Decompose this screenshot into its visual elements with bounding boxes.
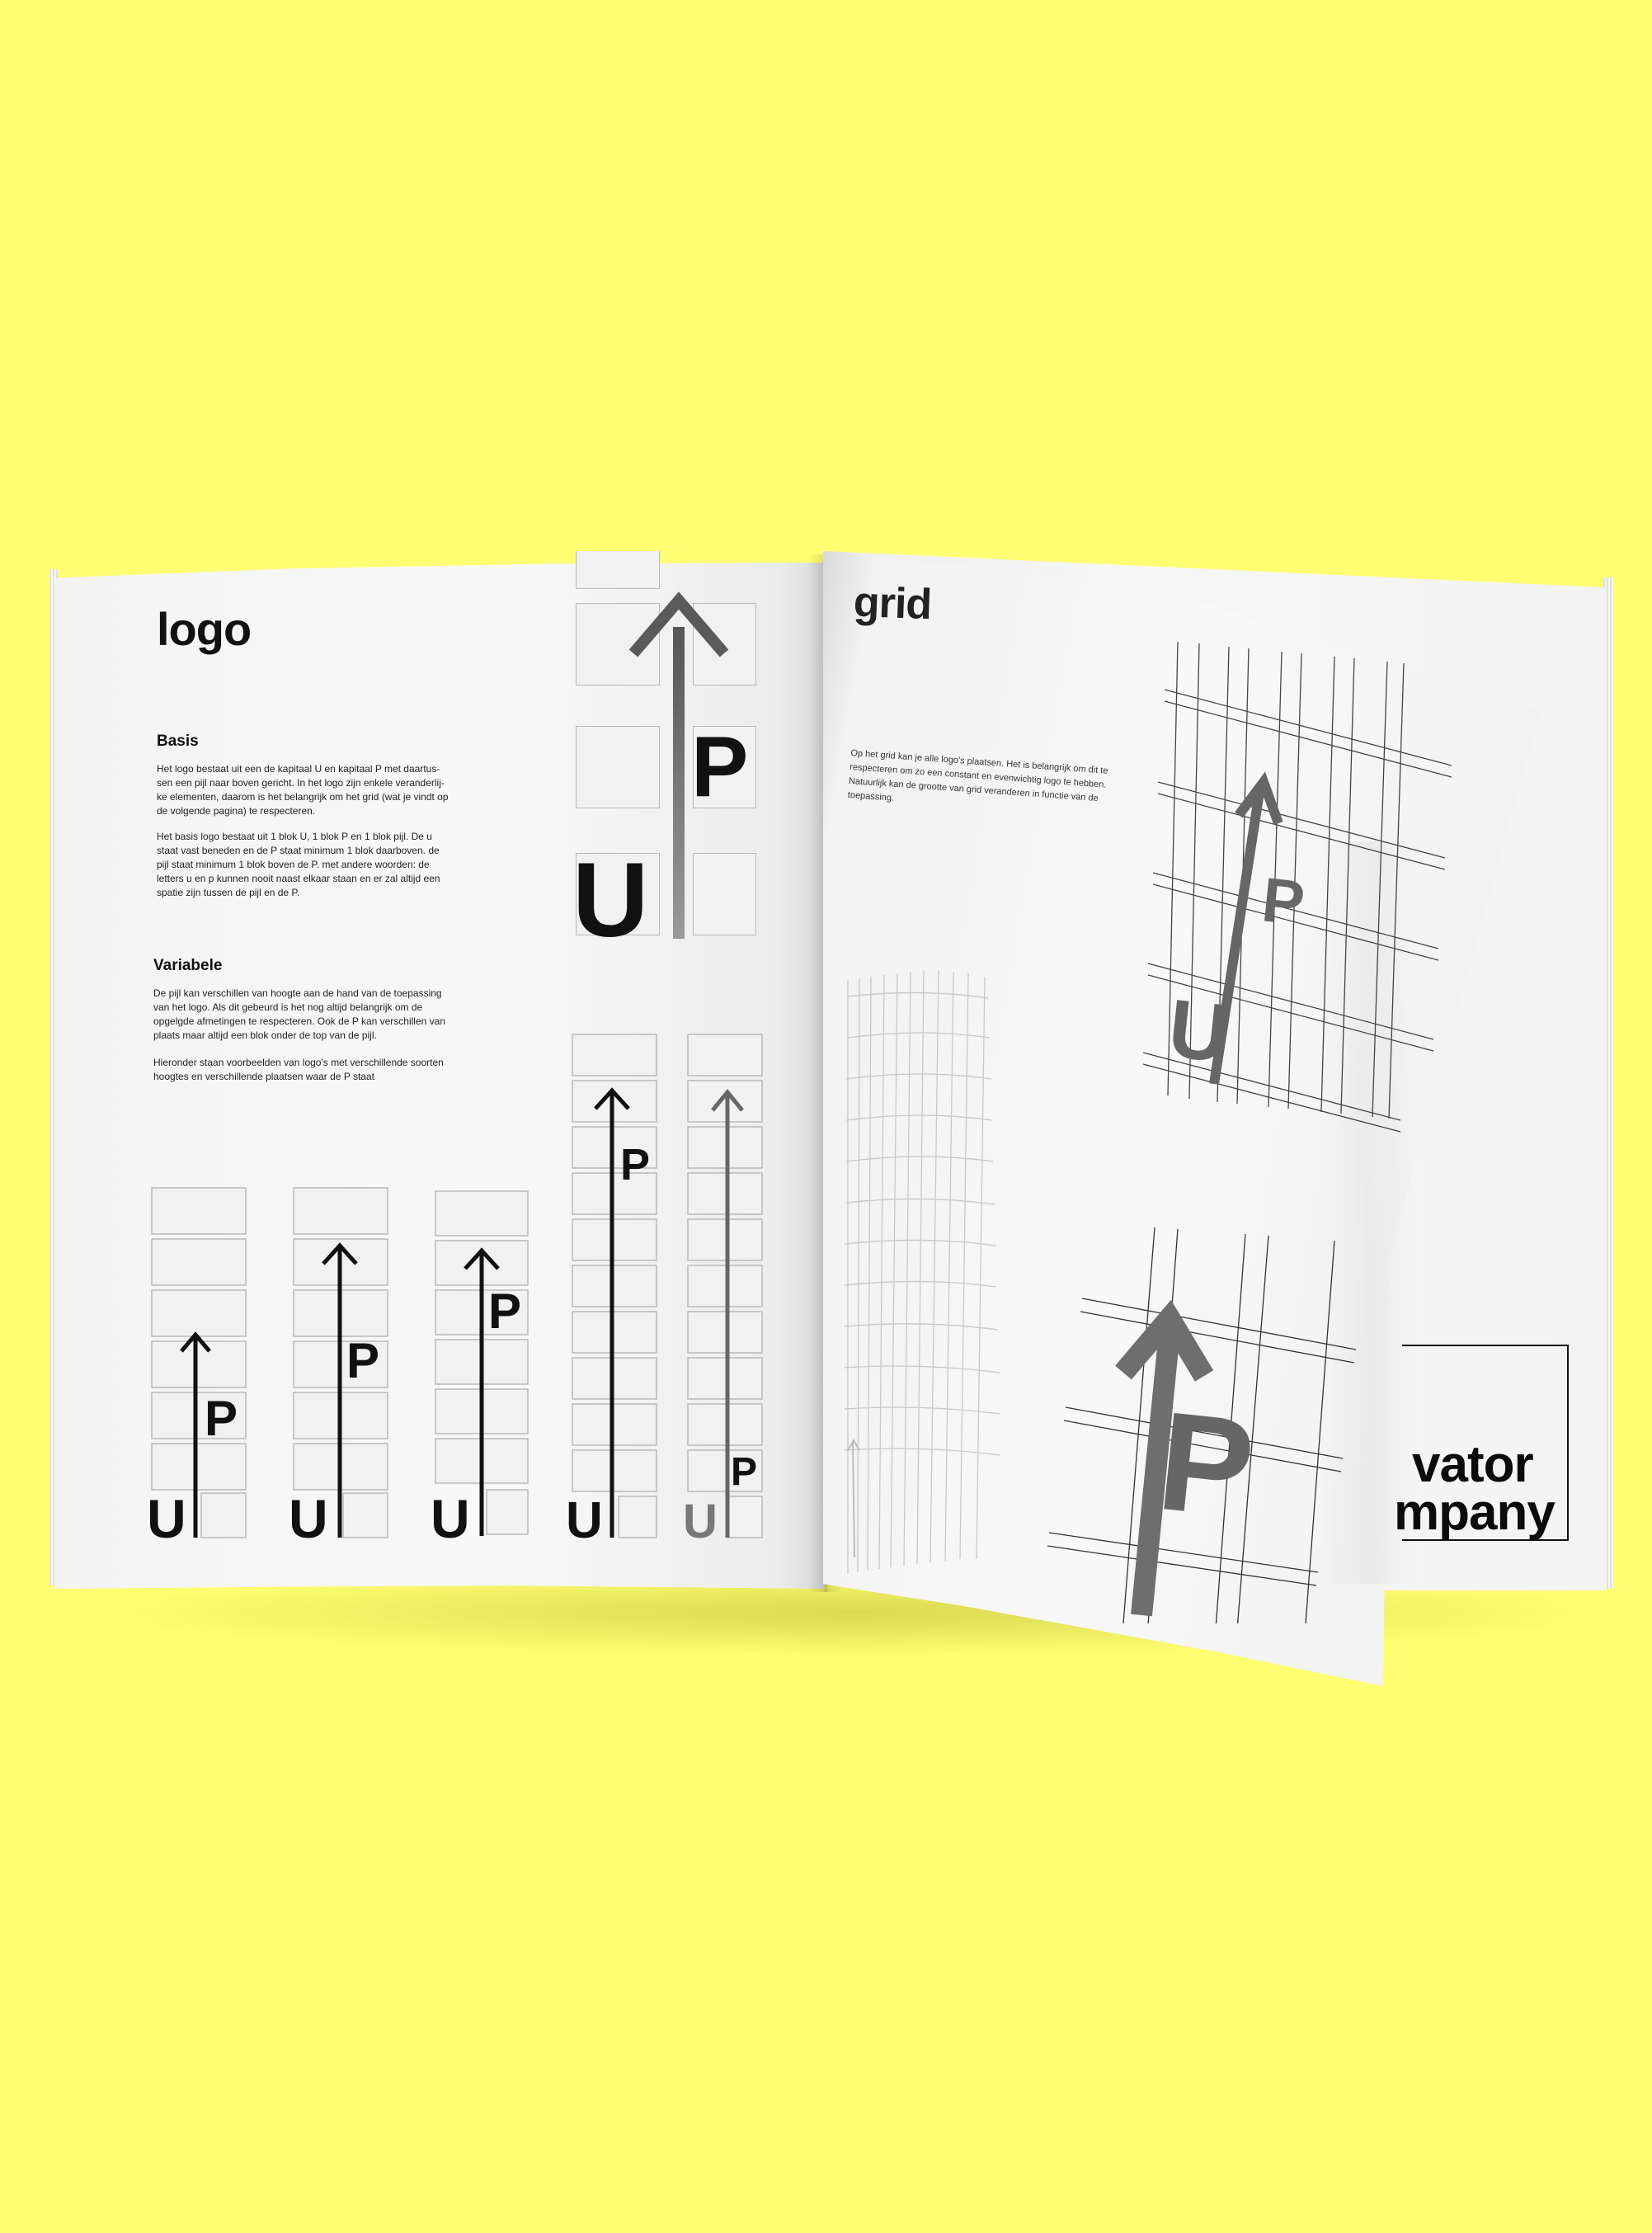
variant-letter-p: P	[488, 1284, 521, 1339]
text-line: van het logo. Als dit gebeurd is het nog…	[153, 1001, 423, 1013]
variant-letter-u: U	[431, 1488, 470, 1549]
grid-letter-p: P	[1151, 1383, 1261, 1548]
basis-logo: U P	[569, 551, 767, 972]
variant-letter-p: P	[205, 1391, 238, 1446]
logo-letter-u: U	[572, 841, 649, 959]
variant-letter-p: P	[346, 1333, 379, 1388]
variant-letter-u: U	[566, 1492, 603, 1549]
text-line: staat vast beneden en de P staat minimum…	[157, 845, 440, 856]
variabele-heading: Variabele	[153, 957, 223, 974]
text-line: Het logo bestaat uit een de kapitaal U e…	[157, 763, 440, 775]
text-line: Het basis logo bestaat uit 1 blok U, 1 b…	[157, 831, 432, 842]
basis-text-2: Het basis logo bestaat uit 1 blok U, 1 b…	[157, 830, 503, 900]
variant-letter-u: U	[289, 1488, 328, 1549]
text-line: sen een pijl naar boven gericht. In het …	[157, 777, 445, 789]
page-title-logo: logo	[157, 603, 252, 655]
variant-letter-p: P	[620, 1140, 650, 1190]
basis-heading: Basis	[157, 733, 199, 750]
text-line: spatie zijn tussen de pijl en de P.	[157, 887, 300, 898]
text-line: pijl staat minimum 1 blok boven de P. me…	[157, 859, 430, 870]
basis-text-1: Het logo bestaat uit een de kapitaal U e…	[157, 762, 503, 818]
text-line: de volgende pagina) te respecteren.	[157, 805, 316, 817]
logo-letter-p: P	[691, 719, 749, 815]
variant-letter-u: U	[147, 1488, 186, 1549]
grid-illustrations: U P P	[844, 641, 1452, 1623]
text-line: De pijl kan verschillen van hoogte aan d…	[153, 987, 442, 999]
text-line: letters u en p kunnen nooit naast elkaar…	[157, 873, 440, 884]
logo-variants: U P U P U P U P U P	[147, 1034, 763, 1549]
grid-letter-p: P	[1259, 864, 1307, 939]
grid-letter-u: U	[1165, 982, 1234, 1080]
variant-letter-u: U	[683, 1495, 718, 1548]
variant-letter-p: P	[731, 1450, 757, 1494]
text-line: ke elementen, daarom is het belangrijk o…	[157, 791, 449, 803]
